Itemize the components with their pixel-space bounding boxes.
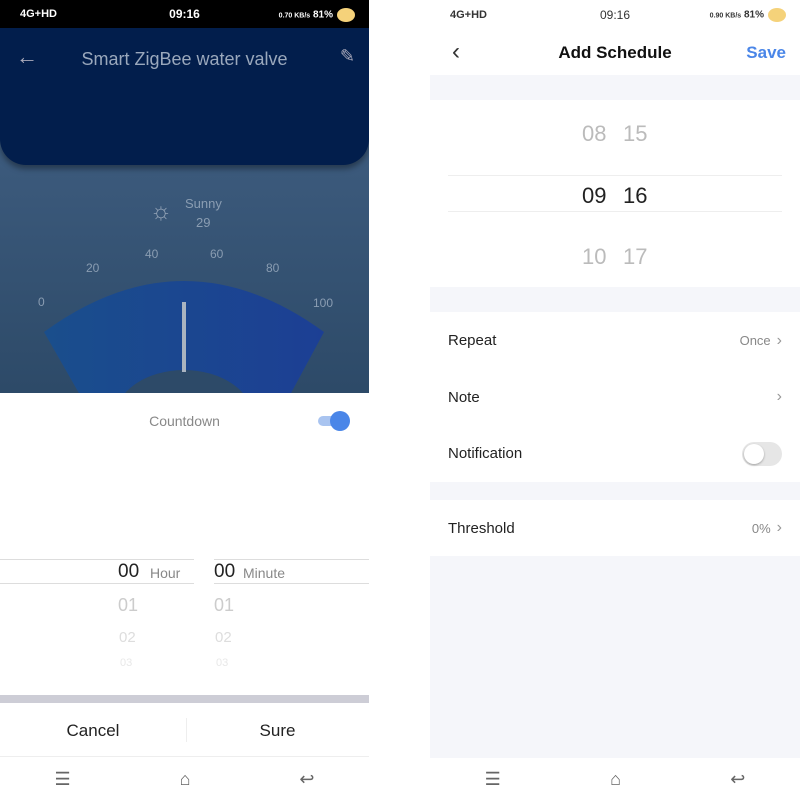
battery-level: 81% (743, 9, 764, 21)
status-bar: 4G+HD 09:16 0.70 KB/s 81% (0, 0, 369, 28)
countdown-sheet: Countdown 00 Hour 01 02 03 00 Minute 01 … (0, 393, 369, 800)
back-icon[interactable]: ↩ (730, 769, 745, 790)
notification-label: Notification (448, 445, 523, 462)
note-label: Note (448, 388, 480, 406)
gauge-tick: 60 (210, 247, 224, 261)
notification-row: Notification (430, 425, 800, 482)
hour-option[interactable]: 02 (119, 629, 136, 646)
sun-icon: ☼ (150, 198, 172, 225)
home-icon[interactable]: ⌂ (610, 769, 621, 790)
avatar-icon (768, 8, 786, 22)
weather-value: 29 (196, 215, 211, 230)
divider (0, 695, 369, 703)
gauge (44, 281, 324, 395)
save-button[interactable]: Save (746, 43, 786, 63)
menu-icon[interactable]: ☰ (54, 769, 70, 790)
threshold-row[interactable]: Threshold 0% › (430, 500, 800, 556)
header: ← Smart ZigBee water valve ✎ (0, 28, 369, 165)
notification-toggle[interactable] (742, 441, 782, 466)
gauge-tick: 40 (145, 247, 159, 261)
menu-icon[interactable]: ☰ (485, 769, 501, 790)
minute-option[interactable]: 01 (214, 595, 234, 616)
edit-icon[interactable]: ✎ (340, 46, 355, 67)
countdown-toggle[interactable] (318, 411, 350, 431)
page-title: Add Schedule (558, 43, 672, 62)
hour-option[interactable]: 10 (582, 244, 606, 270)
hour-unit: Hour (150, 565, 181, 581)
minute-picker[interactable] (214, 559, 369, 584)
minute-option[interactable]: 15 (623, 121, 647, 147)
cancel-button[interactable]: Cancel (0, 721, 186, 741)
hour-option[interactable]: 01 (118, 595, 138, 616)
repeat-value: Once (739, 333, 771, 348)
device-panel: 4G+HD 09:16 0.70 KB/s 81% ← Smart ZigBee… (0, 0, 369, 800)
header: ‹ Add Schedule Save (430, 30, 800, 75)
net-speed: 0.70 KB/s (278, 12, 311, 20)
chevron-right-icon: › (776, 388, 782, 405)
repeat-row[interactable]: Repeat Once › (430, 312, 800, 369)
status-bar: 4G+HD 09:16 0.90 KB/s 81% (430, 0, 800, 30)
minute-selected[interactable]: 16 (623, 183, 647, 209)
threshold-label: Threshold (448, 519, 515, 537)
hour-option[interactable]: 03 (120, 657, 132, 669)
threshold-value: 0% (751, 520, 771, 536)
minute-selected: 00 (214, 561, 236, 582)
sure-button[interactable]: Sure (186, 721, 369, 741)
back-icon[interactable]: ↩ (299, 769, 314, 790)
gauge-needle (182, 302, 186, 372)
system-nav: ☰ ⌂ ↩ (0, 758, 369, 800)
chevron-right-icon: › (776, 331, 782, 349)
minute-unit: Minute (243, 565, 286, 581)
battery-level: 81% (312, 9, 333, 21)
page-title: Smart ZigBee water valve (81, 49, 288, 69)
repeat-label: Repeat (448, 332, 497, 349)
schedule-panel: 4G+HD 09:16 0.90 KB/s 81% ‹ Add Schedule… (430, 0, 800, 800)
minute-option[interactable]: 03 (216, 657, 228, 669)
hour-selected[interactable]: 09 (582, 183, 606, 209)
home-icon[interactable]: ⌂ (180, 769, 191, 790)
countdown-label: Countdown (149, 413, 220, 429)
hour-option[interactable]: 08 (582, 121, 606, 147)
system-nav: ☰ ⌂ ↩ (430, 758, 800, 800)
hour-selected: 00 (118, 561, 140, 582)
minute-option[interactable]: 17 (623, 244, 647, 270)
minute-option[interactable]: 02 (215, 629, 232, 646)
time-picker[interactable]: 08 09 10 15 16 17 (430, 100, 800, 287)
chevron-right-icon: › (776, 519, 782, 536)
weather-condition: Sunny (185, 196, 222, 211)
net-speed: 0.90 KB/s (709, 12, 742, 20)
avatar-icon (337, 8, 355, 22)
note-row[interactable]: Note › (430, 369, 800, 425)
